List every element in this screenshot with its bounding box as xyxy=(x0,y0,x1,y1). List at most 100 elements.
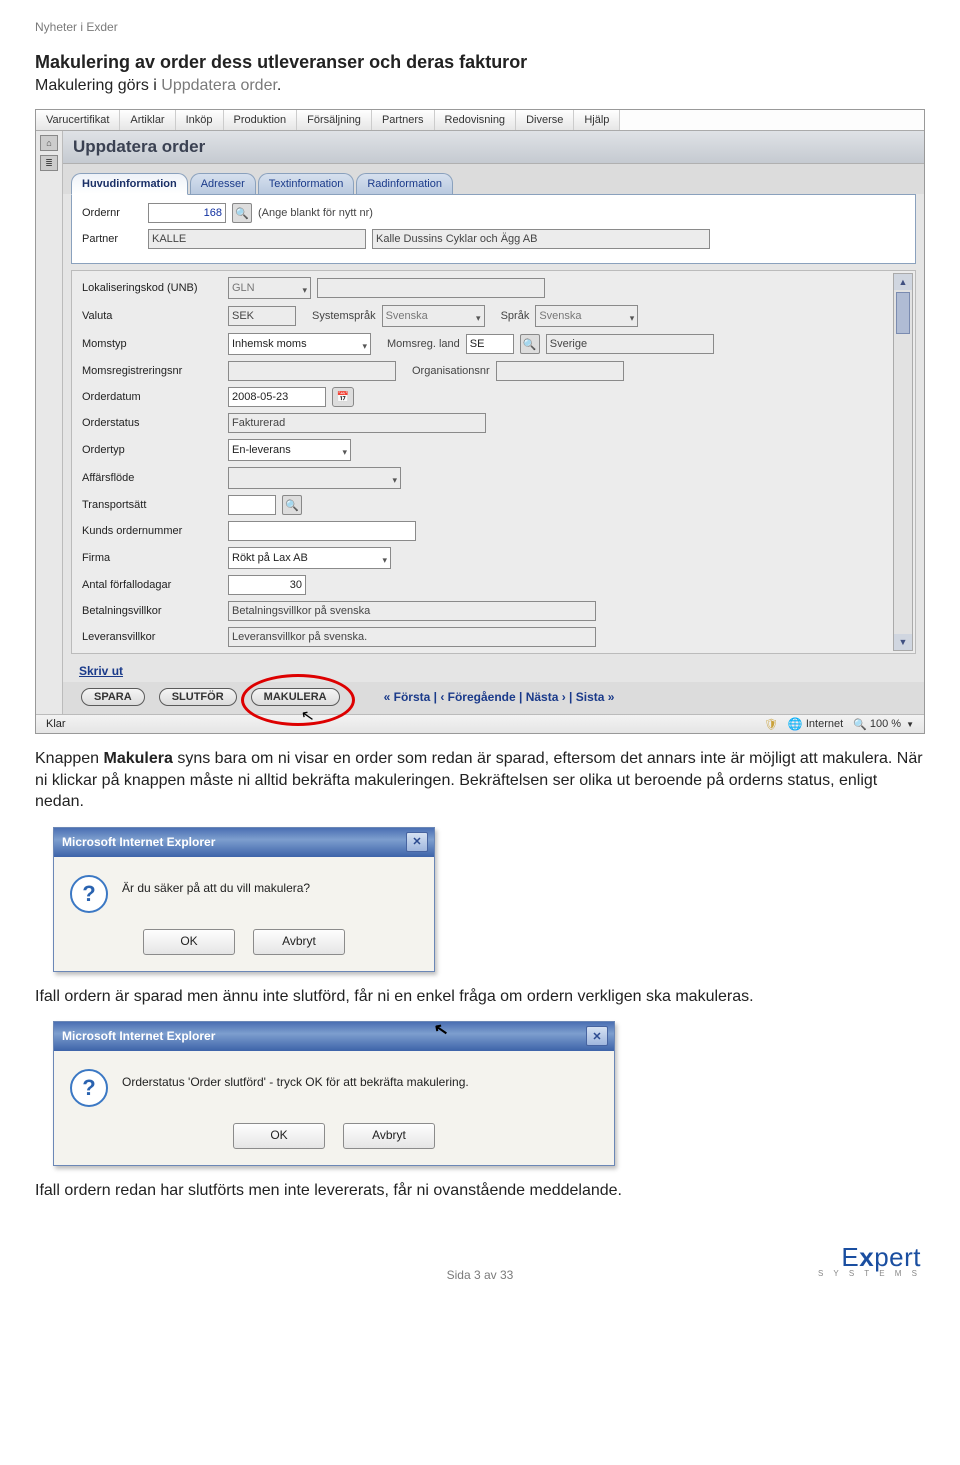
cursor-icon: ↖ xyxy=(432,1019,450,1041)
betalningsvillkor-label: Betalningsvillkor xyxy=(82,605,222,617)
menu-inkop[interactable]: Inköp xyxy=(176,110,224,130)
record-nav[interactable]: « Första | ‹ Föregående | Nästa › | Sist… xyxy=(384,690,615,704)
list-icon[interactable]: ≣ xyxy=(40,155,58,171)
makulera-button[interactable]: MAKULERA xyxy=(251,688,340,706)
leveransvillkor-label: Leveransvillkor xyxy=(82,631,222,643)
logo-subtext: S Y S T E M S xyxy=(771,1269,921,1278)
spara-button[interactable]: SPARA xyxy=(81,688,145,706)
status-zone[interactable]: 🌐Internet xyxy=(788,717,843,731)
menu-forsaljning[interactable]: Försäljning xyxy=(297,110,372,130)
status-security[interactable]: 🛡 xyxy=(764,718,778,731)
menu-varucertifikat[interactable]: Varucertifikat xyxy=(36,110,120,130)
dialog1-title: Microsoft Internet Explorer xyxy=(62,835,215,849)
scroll-down-icon[interactable]: ▼ xyxy=(894,634,912,650)
ordernr-label: Ordernr xyxy=(82,207,142,219)
slutfor-button[interactable]: SLUTFÖR xyxy=(159,688,237,706)
dialog1-cancel-button[interactable]: Avbryt xyxy=(253,929,345,955)
dialog2-close-icon[interactable]: ✕ xyxy=(586,1026,608,1046)
tab-adresser[interactable]: Adresser xyxy=(190,173,256,194)
question-icon: ? xyxy=(70,1069,108,1107)
page-footer: Sida 3 av 33 Expert S Y S T E M S xyxy=(35,1242,925,1282)
logo-text-post: pert xyxy=(874,1242,921,1272)
partner-label: Partner xyxy=(82,233,142,245)
doc-para1: Knappen Makulera syns bara om ni visar e… xyxy=(35,748,925,813)
momsregnr-input[interactable] xyxy=(228,361,396,381)
dialog1-close-icon[interactable]: ✕ xyxy=(406,832,428,852)
kunds-ordernr-input[interactable] xyxy=(228,521,416,541)
valuta-label: Valuta xyxy=(82,310,222,322)
orderdatum-label: Orderdatum xyxy=(82,391,222,403)
doc-heading: Makulering av order dess utleveranser oc… xyxy=(35,52,925,73)
betalningsvillkor-input[interactable]: Betalningsvillkor på svenska xyxy=(228,601,596,621)
scroll-up-icon[interactable]: ▲ xyxy=(894,274,912,290)
menu-hjalp[interactable]: Hjälp xyxy=(574,110,620,130)
dialog2-titlebar[interactable]: Microsoft Internet Explorer ↖ ✕ xyxy=(54,1022,614,1051)
valuta-input[interactable]: SEK xyxy=(228,306,296,326)
dialog2-cancel-button[interactable]: Avbryt xyxy=(343,1123,435,1149)
logo-text-pre: E xyxy=(841,1242,859,1272)
orgnr-label: Organisationsnr xyxy=(412,365,490,377)
home-icon[interactable]: ⌂ xyxy=(40,135,58,151)
print-link[interactable]: Skriv ut xyxy=(63,660,924,682)
momstyp-select[interactable]: Inhemsk moms xyxy=(228,333,371,355)
momsregnr-label: Momsregistreringsnr xyxy=(82,365,222,377)
confirm-dialog-1: Microsoft Internet Explorer ✕ ? Är du sä… xyxy=(53,827,435,972)
tab-radinformation[interactable]: Radinformation xyxy=(356,173,453,194)
lokaliseringskod-input[interactable] xyxy=(317,278,545,298)
tab-huvudinformation[interactable]: Huvudinformation xyxy=(71,173,188,195)
app-frame: Varucertifikat Artiklar Inköp Produktion… xyxy=(35,109,925,734)
orgnr-input[interactable] xyxy=(496,361,624,381)
doc-intro: Makulering görs i Uppdatera order. xyxy=(35,77,925,95)
affarsflode-label: Affärsflöde xyxy=(82,472,222,484)
calendar-icon[interactable]: 📅 xyxy=(332,387,354,407)
leveransvillkor-input[interactable]: Leveransvillkor på svenska. xyxy=(228,627,596,647)
doc-intro-post: . xyxy=(277,77,281,94)
firma-label: Firma xyxy=(82,552,222,564)
ordernr-input[interactable]: 168 xyxy=(148,203,226,223)
left-gutter: ⌂ ≣ xyxy=(36,131,63,714)
header-panel: Ordernr 168 🔍 (Ange blankt för nytt nr) … xyxy=(71,194,916,264)
orderdatum-input[interactable]: 2008-05-23 xyxy=(228,387,326,407)
scroll-thumb[interactable] xyxy=(896,292,910,334)
affarsflode-select[interactable] xyxy=(228,467,401,489)
momsreg-land-search-icon[interactable]: 🔍 xyxy=(520,334,540,354)
forfallodagar-input[interactable]: 30 xyxy=(228,575,306,595)
ordernr-search-icon[interactable]: 🔍 xyxy=(232,203,252,223)
menu-diverse[interactable]: Diverse xyxy=(516,110,574,130)
transportsatt-input[interactable] xyxy=(228,495,276,515)
menu-artiklar[interactable]: Artiklar xyxy=(120,110,175,130)
menu-redovisning[interactable]: Redovisning xyxy=(435,110,517,130)
firma-select[interactable]: Rökt på Lax AB xyxy=(228,547,391,569)
dialog2-title: Microsoft Internet Explorer xyxy=(62,1029,215,1043)
menu-produktion[interactable]: Produktion xyxy=(224,110,298,130)
dialog1-ok-button[interactable]: OK xyxy=(143,929,235,955)
tab-textinformation[interactable]: Textinformation xyxy=(258,173,355,194)
confirm-dialog-2: Microsoft Internet Explorer ↖ ✕ ? Orders… xyxy=(53,1021,615,1166)
momsreg-land-name-input[interactable]: Sverige xyxy=(546,334,714,354)
dialog1-titlebar[interactable]: Microsoft Internet Explorer ✕ xyxy=(54,828,434,857)
status-bar: Klar 🛡 🌐Internet 🔍100 %▼ xyxy=(36,714,924,733)
forfallodagar-label: Antal förfallodagar xyxy=(82,579,222,591)
transportsatt-label: Transportsätt xyxy=(82,499,222,511)
partner-name-input[interactable]: Kalle Dussins Cyklar och Ägg AB xyxy=(372,229,710,249)
dialog2-ok-button[interactable]: OK xyxy=(233,1123,325,1149)
status-zoom-label: 100 % xyxy=(870,718,901,730)
orderstatus-label: Orderstatus xyxy=(82,417,222,429)
details-scrollbar[interactable]: ▲ ▼ xyxy=(893,273,913,651)
doc-subtitle: Nyheter i Exder xyxy=(35,20,925,34)
globe-icon: 🌐 xyxy=(788,717,803,731)
status-zoom[interactable]: 🔍100 %▼ xyxy=(853,718,914,731)
logo-text-x: x xyxy=(859,1242,874,1272)
systemsprak-select[interactable]: Svenska xyxy=(382,305,485,327)
momsreg-land-code-input[interactable]: SE xyxy=(466,334,514,354)
lokaliseringskod-type-select[interactable]: GLN xyxy=(228,277,311,299)
doc-para2: Ifall ordern är sparad men ännu inte slu… xyxy=(35,986,925,1008)
sprak-select[interactable]: Svenska xyxy=(535,305,638,327)
doc-para3: Ifall ordern redan har slutförts men int… xyxy=(35,1180,925,1202)
orderstatus-input: Fakturerad xyxy=(228,413,486,433)
partner-code-input[interactable]: KALLE xyxy=(148,229,366,249)
ordertyp-select[interactable]: En-leverans xyxy=(228,439,351,461)
transportsatt-search-icon[interactable]: 🔍 xyxy=(282,495,302,515)
menu-partners[interactable]: Partners xyxy=(372,110,435,130)
menubar-spacer xyxy=(620,110,924,130)
